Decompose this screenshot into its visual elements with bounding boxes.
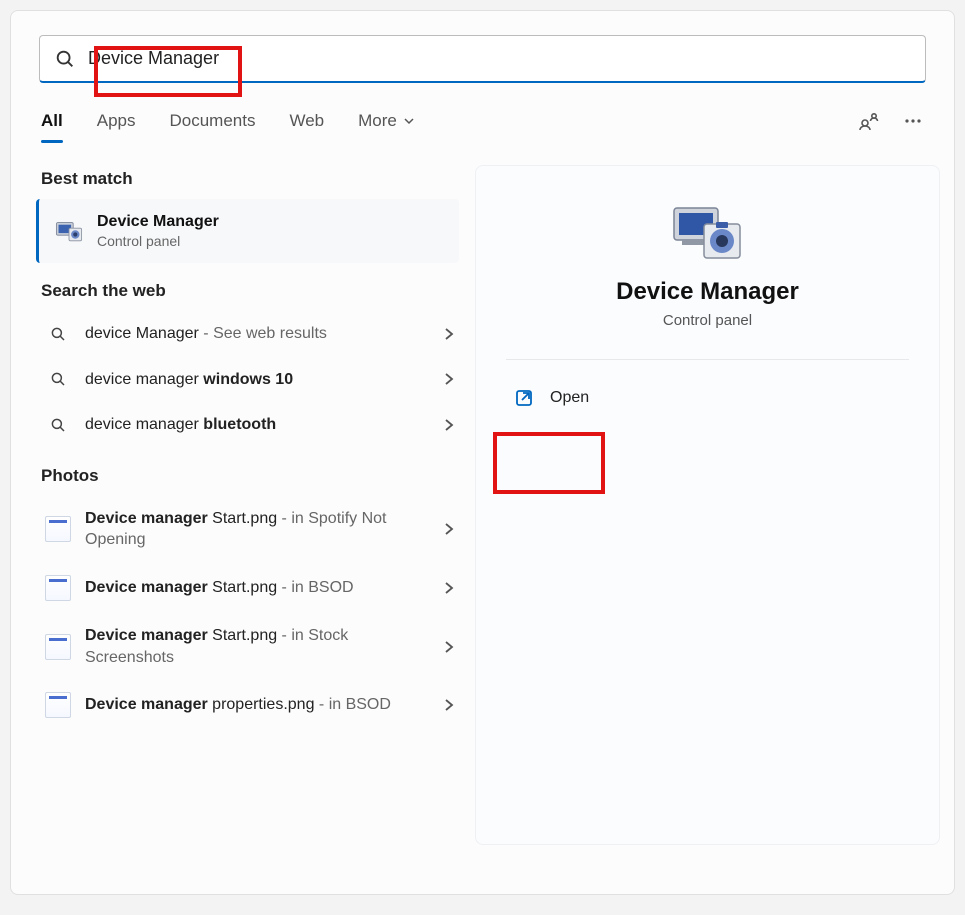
web-result-2[interactable]: device manager bluetooth (39, 402, 459, 448)
photo-result-0[interactable]: Device manager Start.png - in Spotify No… (39, 496, 459, 563)
tab-web[interactable]: Web (287, 105, 326, 137)
file-thumb-icon (45, 692, 71, 718)
web-result-1[interactable]: device manager windows 10 (39, 357, 459, 403)
photo-result-1[interactable]: Device manager Start.png - in BSOD (39, 563, 459, 613)
chevron-right-icon (443, 372, 455, 386)
photo-result-3[interactable]: Device manager properties.png - in BSOD (39, 680, 459, 730)
tab-all[interactable]: All (39, 105, 65, 137)
chevron-right-icon (443, 640, 455, 654)
divider (506, 359, 909, 360)
preview-pane: Device Manager Control panel Open (475, 165, 940, 845)
chevron-right-icon (443, 327, 455, 341)
tab-documents[interactable]: Documents (167, 105, 257, 137)
search-icon (45, 416, 71, 434)
photo-result-text: Device manager properties.png - in BSOD (85, 694, 443, 716)
open-label: Open (550, 389, 589, 407)
search-icon (45, 370, 71, 388)
section-best-match: Best match (41, 169, 457, 189)
web-result-text: device manager bluetooth (85, 414, 443, 436)
search-icon (45, 325, 71, 343)
photo-result-text: Device manager Start.png - in Spotify No… (85, 508, 443, 551)
preview-title: Device Manager (500, 278, 915, 306)
section-photos: Photos (41, 466, 457, 486)
chevron-right-icon (443, 522, 455, 536)
chevron-right-icon (443, 581, 455, 595)
chevron-right-icon (443, 418, 455, 432)
preview-subtitle: Control panel (500, 312, 915, 329)
search-bar[interactable] (39, 35, 926, 83)
search-icon (54, 48, 76, 70)
web-result-text: device manager windows 10 (85, 369, 443, 391)
file-thumb-icon (45, 575, 71, 601)
web-result-text: device Manager - See web results (85, 323, 443, 345)
best-match-subtitle: Control panel (97, 233, 219, 249)
section-web: Search the web (41, 281, 457, 301)
chevron-down-icon (403, 115, 415, 127)
open-button[interactable]: Open (500, 376, 915, 420)
tab-apps[interactable]: Apps (95, 105, 138, 137)
tab-more-label: More (358, 111, 397, 131)
tab-more[interactable]: More (356, 105, 417, 137)
photo-result-2[interactable]: Device manager Start.png - in Stock Scre… (39, 613, 459, 680)
photo-result-text: Device manager Start.png - in BSOD (85, 577, 443, 599)
chevron-right-icon (443, 698, 455, 712)
tabs-row: All Apps Documents Web More (39, 105, 926, 137)
photo-result-text: Device manager Start.png - in Stock Scre… (85, 625, 443, 668)
open-external-icon (514, 388, 534, 408)
file-thumb-icon (45, 516, 71, 542)
best-match-item[interactable]: Device Manager Control panel (36, 199, 459, 263)
best-match-title: Device Manager (97, 213, 219, 231)
file-thumb-icon (45, 634, 71, 660)
search-input[interactable] (88, 48, 911, 69)
device-manager-icon (55, 217, 83, 245)
device-manager-large-icon (668, 200, 748, 264)
web-result-0[interactable]: device Manager - See web results (39, 311, 459, 357)
groups-icon[interactable] (856, 108, 882, 134)
more-options-icon[interactable] (900, 108, 926, 134)
